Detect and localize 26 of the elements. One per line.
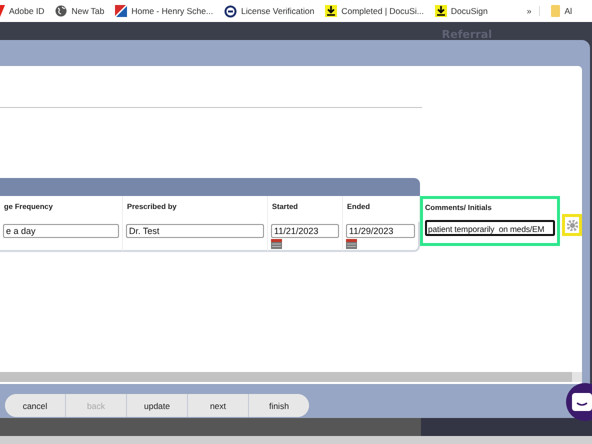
bookmark[interactable]: DocuSign	[434, 5, 488, 17]
bookmark[interactable]: Home - Henry Sche...	[115, 5, 214, 17]
bookmark[interactable]: New Tab	[55, 5, 104, 17]
input-field[interactable]: patient temporarily on meds/EM	[425, 220, 555, 236]
input-field[interactable]: Dr. Test	[126, 224, 264, 238]
date-field[interactable]: 11/21/2023	[271, 224, 339, 238]
bookmark[interactable]: Al	[551, 5, 572, 17]
more-bookmarks-button[interactable]: »	[526, 6, 540, 16]
input-field[interactable]: e a day	[3, 224, 119, 238]
scrollbar[interactable]	[0, 372, 582, 382]
bookmark[interactable]: License Verification	[224, 4, 314, 18]
gear-icon[interactable]	[566, 220, 578, 230]
chat-icon	[572, 393, 592, 411]
flag-icon	[115, 5, 128, 17]
bookmark[interactable]: Completed | DocuSi...	[325, 5, 424, 17]
download-icon	[434, 5, 447, 17]
adobe-icon	[0, 5, 5, 17]
date-field[interactable]: 11/29/2023	[346, 224, 415, 238]
folder-icon	[551, 5, 560, 17]
globe-icon	[55, 5, 68, 17]
calendar-icon[interactable]	[346, 239, 357, 249]
download-icon	[325, 5, 338, 17]
bookmark[interactable]: Adobe ID	[0, 5, 44, 17]
action-button[interactable]: cancel	[5, 394, 66, 417]
seal-icon	[224, 4, 238, 18]
calendar-icon[interactable]	[271, 239, 282, 249]
